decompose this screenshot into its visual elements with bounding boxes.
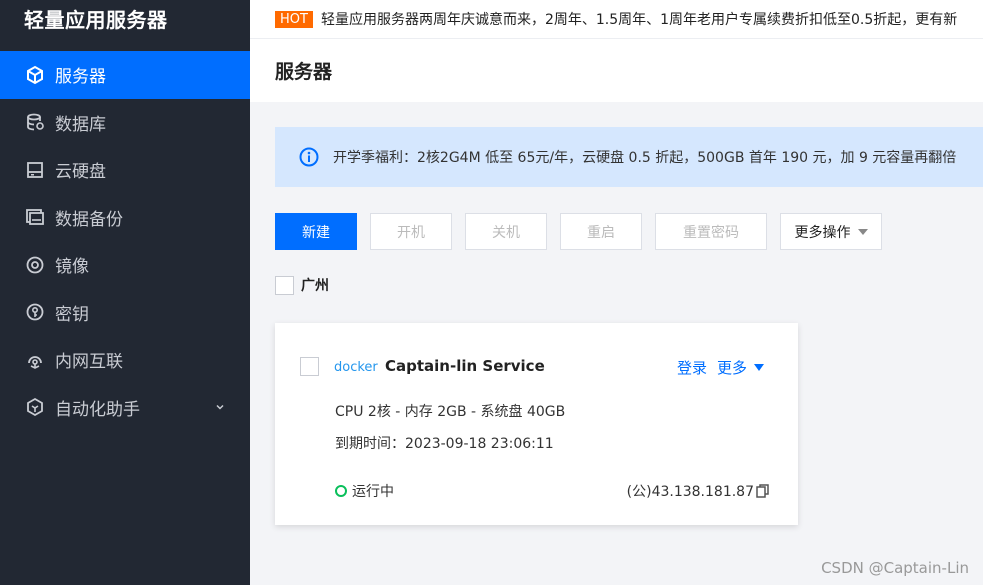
promo-text[interactable]: 轻量应用服务器两周年庆诚意而来，2周年、1.5周年、1周年老用户专属续费折扣低至… bbox=[321, 9, 957, 29]
reset-password-button[interactable]: 重置密码 bbox=[655, 213, 767, 250]
key-icon bbox=[25, 302, 45, 322]
toolbar: 新建 开机 关机 重启 重置密码 更多操作 bbox=[275, 213, 895, 250]
instance-name[interactable]: Captain-lin Service bbox=[385, 357, 545, 375]
region-group: 广州 bbox=[275, 275, 329, 295]
status-dot-icon bbox=[335, 485, 347, 497]
more-link[interactable]: 更多 bbox=[717, 357, 747, 378]
banner-text: 开学季福利：2核2G4M 低至 65元/年，云硬盘 0.5 折起，500GB 首… bbox=[333, 150, 957, 166]
restart-button[interactable]: 重启 bbox=[560, 213, 642, 250]
sidebar-item-label: 自动化助手 bbox=[55, 399, 140, 420]
instance-card[interactable]: docker Captain-lin Service 登录 更多 CPU 2核 … bbox=[275, 323, 798, 525]
image-disc-icon bbox=[25, 255, 45, 275]
sidebar-item-label: 云硬盘 bbox=[55, 162, 106, 183]
product-title: 轻量应用服务器 bbox=[24, 7, 168, 32]
sidebar-item-servers[interactable]: 服务器 bbox=[0, 51, 250, 99]
instance-actions: 登录 更多 bbox=[677, 357, 764, 378]
region-checkbox[interactable] bbox=[275, 275, 294, 295]
instance-spec: CPU 2核 - 内存 2GB - 系统盘 40GB bbox=[335, 404, 566, 420]
watermark: CSDN @Captain-Lin bbox=[821, 559, 969, 577]
public-ip: (公)43.138.181.87 bbox=[626, 484, 754, 500]
sidebar-item-label: 密钥 bbox=[55, 304, 89, 325]
caret-down-icon[interactable] bbox=[754, 364, 764, 371]
status-text: 运行中 bbox=[352, 484, 394, 500]
promo-banner: 开学季福利：2核2G4M 低至 65元/年，云硬盘 0.5 折起，500GB 首… bbox=[275, 127, 983, 187]
docker-logo: docker bbox=[334, 360, 378, 375]
sidebar-item-image[interactable]: 镜像 bbox=[0, 241, 250, 289]
status-indicator: 运行中 bbox=[335, 481, 394, 501]
page-header: 服务器 bbox=[250, 39, 983, 102]
main-content: HOT 轻量应用服务器两周年庆诚意而来，2周年、1.5周年、1周年老用户专属续费… bbox=[250, 0, 983, 585]
network-icon bbox=[25, 350, 45, 370]
region-label: 广州 bbox=[301, 278, 329, 294]
sidebar-item-label: 服务器 bbox=[55, 67, 106, 88]
sidebar-item-keys[interactable]: 密钥 bbox=[0, 289, 250, 337]
info-icon bbox=[299, 147, 319, 167]
hot-badge: HOT bbox=[275, 10, 313, 28]
page-title: 服务器 bbox=[275, 61, 333, 83]
sidebar-menu: 服务器 数据库 云硬盘 数据备份 镜像 密钥 内网互联 自动化助手 bbox=[0, 51, 250, 431]
cube-icon bbox=[25, 65, 45, 85]
sidebar-item-automation[interactable]: 自动化助手 bbox=[0, 384, 250, 432]
instance-checkbox[interactable] bbox=[300, 357, 319, 376]
sidebar-item-label: 镜像 bbox=[55, 257, 89, 278]
sidebar-item-intranet[interactable]: 内网互联 bbox=[0, 336, 250, 384]
sidebar-item-label: 数据库 bbox=[55, 114, 106, 135]
robot-icon bbox=[25, 397, 45, 417]
sidebar-item-label: 内网互联 bbox=[55, 352, 123, 373]
more-actions-label: 更多操作 bbox=[794, 224, 851, 241]
sidebar: 轻量应用服务器 服务器 数据库 云硬盘 数据备份 镜像 密钥 内网互联 自动化助… bbox=[0, 0, 250, 585]
sidebar-item-backup[interactable]: 数据备份 bbox=[0, 194, 250, 242]
sidebar-item-label: 数据备份 bbox=[55, 209, 123, 230]
chevron-down-icon bbox=[216, 405, 224, 410]
expire-time: 到期时间：2023-09-18 23:06:11 bbox=[335, 436, 554, 452]
new-button[interactable]: 新建 bbox=[275, 213, 357, 250]
login-link[interactable]: 登录 bbox=[677, 357, 707, 378]
stop-button[interactable]: 关机 bbox=[465, 213, 547, 250]
promo-notice[interactable]: HOT 轻量应用服务器两周年庆诚意而来，2周年、1.5周年、1周年老用户专属续费… bbox=[250, 0, 983, 39]
ip-address: (公)43.138.181.87 bbox=[627, 481, 770, 501]
copy-icon[interactable] bbox=[756, 484, 770, 498]
disk-icon bbox=[25, 160, 45, 180]
database-icon bbox=[25, 112, 45, 132]
sidebar-item-database[interactable]: 数据库 bbox=[0, 99, 250, 147]
caret-down-icon bbox=[857, 228, 868, 235]
sidebar-item-cloud-disk[interactable]: 云硬盘 bbox=[0, 146, 250, 194]
more-actions-button[interactable]: 更多操作 bbox=[780, 213, 882, 250]
backup-icon bbox=[25, 207, 45, 227]
start-button[interactable]: 开机 bbox=[370, 213, 452, 250]
